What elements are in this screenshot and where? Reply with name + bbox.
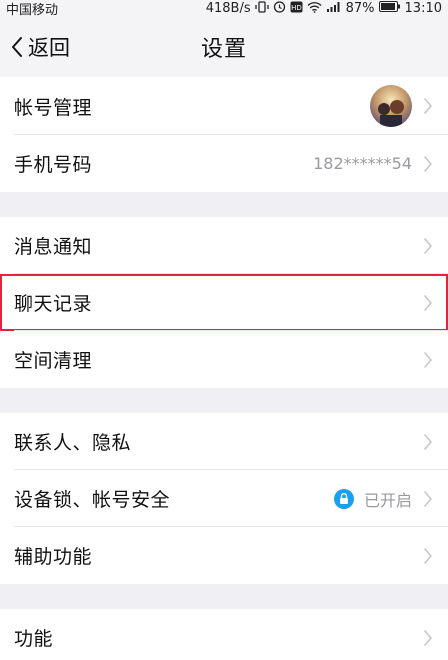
- battery-icon: [378, 1, 401, 16]
- settings-row-phone-number[interactable]: 手机号码 182******54: [0, 135, 448, 192]
- chevron-left-icon: [12, 37, 22, 57]
- row-right: [422, 432, 434, 452]
- row-label: 设备锁、帐号安全: [14, 489, 171, 511]
- navigation-bar: 返回 设置: [0, 17, 448, 77]
- settings-row-account-management[interactable]: 帐号管理: [0, 77, 448, 135]
- settings-row-device-lock-security[interactable]: 设备锁、帐号安全 已开启: [0, 470, 448, 527]
- chevron-right-icon: [424, 629, 432, 646]
- row-label: 辅助功能: [14, 546, 93, 568]
- carrier-label: 中国移动: [6, 3, 59, 18]
- row-right: 已开启: [333, 487, 434, 511]
- phone-number-value: 182******54: [313, 154, 412, 173]
- section-gap: [0, 192, 448, 217]
- chevron-right-icon: [424, 155, 432, 172]
- row-label: 功能: [14, 628, 54, 650]
- row-right: 182******54: [313, 154, 434, 174]
- row-right: [422, 546, 434, 566]
- wifi-icon: [307, 1, 322, 17]
- settings-row-storage-cleanup[interactable]: 空间清理: [0, 331, 448, 388]
- chevron-right-icon: [424, 237, 432, 254]
- device-lock-status: 已开启: [363, 490, 412, 510]
- row-right: [422, 293, 434, 313]
- network-speed: 418B/s: [205, 1, 251, 16]
- row-label: 帐号管理: [14, 96, 93, 119]
- chevron-right-icon: [424, 351, 432, 368]
- status-bar: 中国移动 418B/s HD 87% 13:10: [0, 0, 448, 18]
- chevron-right-icon: [424, 490, 432, 507]
- section-gap: [0, 388, 448, 413]
- row-right: [422, 350, 434, 370]
- settings-row-features[interactable]: 功能: [0, 609, 448, 660]
- row-label: 联系人、隐私: [14, 432, 132, 454]
- row-right: [422, 628, 434, 648]
- row-label: 空间清理: [14, 350, 93, 372]
- settings-row-notifications[interactable]: 消息通知: [0, 217, 448, 274]
- section-gap: [0, 584, 448, 609]
- hd-icon: HD: [290, 1, 303, 17]
- chevron-right-icon: [424, 433, 432, 450]
- back-button[interactable]: 返回: [10, 17, 70, 77]
- lock-icon: [333, 488, 354, 509]
- chevron-right-icon: [424, 294, 432, 311]
- chevron-right-icon: [424, 98, 432, 114]
- signal-icon: [326, 1, 342, 17]
- settings-section-messages: 消息通知 聊天记录 空间清理: [0, 217, 448, 388]
- chevron-right-icon: [424, 547, 432, 564]
- settings-row-chat-history[interactable]: 聊天记录: [0, 274, 448, 331]
- row-label: 聊天记录: [14, 293, 93, 315]
- avatar: [370, 85, 412, 127]
- alarm-icon: [273, 0, 286, 17]
- svg-text:HD: HD: [291, 4, 302, 12]
- status-right-group: 418B/s HD 87% 13:10: [206, 0, 442, 17]
- row-right: [422, 236, 434, 256]
- row-label: 消息通知: [14, 236, 93, 258]
- settings-row-accessibility[interactable]: 辅助功能: [0, 527, 448, 584]
- battery-percent: 87%: [345, 1, 375, 16]
- settings-section-features: 功能: [0, 609, 448, 660]
- clock: 13:10: [404, 1, 442, 16]
- settings-section-account: 帐号管理 手机号码 182******54: [0, 77, 448, 192]
- vibrate-icon: [254, 0, 269, 17]
- row-right: [370, 85, 434, 127]
- settings-section-privacy: 联系人、隐私 设备锁、帐号安全 已开启 辅助功能: [0, 413, 448, 584]
- row-label: 手机号码: [14, 154, 93, 176]
- back-label: 返回: [28, 36, 70, 60]
- settings-row-contacts-privacy[interactable]: 联系人、隐私: [0, 413, 448, 470]
